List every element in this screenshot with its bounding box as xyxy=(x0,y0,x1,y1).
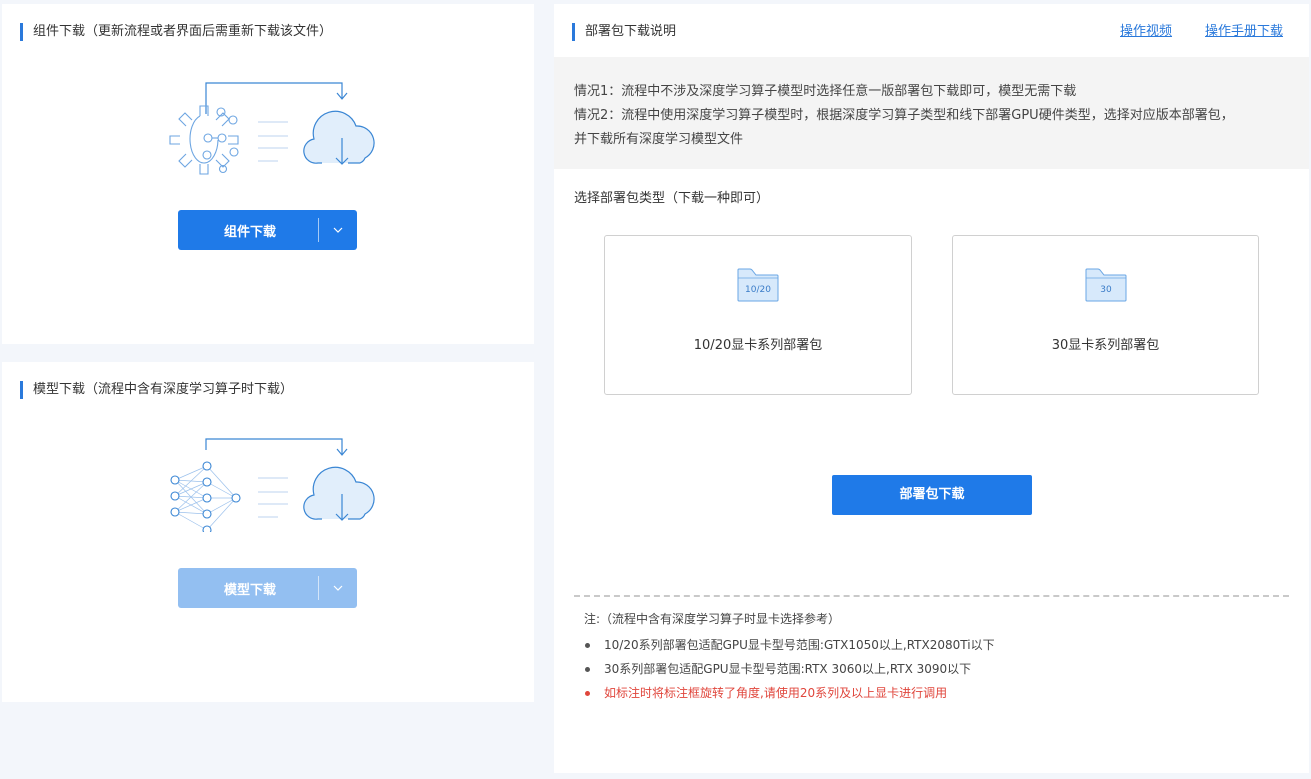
component-download-panel: 组件下载（更新流程或者界面后需重新下载该文件） 组件下载 xyxy=(2,4,534,344)
list-item: 10/20系列部署包适配GPU显卡型号范围:GTX1050以上,RTX2080T… xyxy=(584,633,995,657)
operation-video-link[interactable]: 操作视频 xyxy=(1120,23,1172,41)
package-card-label: 30显卡系列部署包 xyxy=(1051,338,1160,353)
notes-list: 10/20系列部署包适配GPU显卡型号范围:GTX1050以上,RTX2080T… xyxy=(584,633,995,705)
folder-label: 30 xyxy=(1100,285,1112,295)
gear-to-cloud-illustration xyxy=(169,82,375,175)
deploy-package-panel: 部署包下载说明 操作视频 操作手册下载 情况1：流程中不涉及深度学习算子模型时选… xyxy=(554,4,1309,773)
model-download-panel: 模型下载（流程中含有深度学习算子时下载） 模型下载 xyxy=(2,362,534,702)
folder-label: 10/20 xyxy=(745,285,771,295)
deploy-package-download-button[interactable]: 部署包下载 xyxy=(832,475,1032,515)
deploy-panel-title: 部署包下载说明 xyxy=(572,23,676,41)
info-line: 并下载所有深度学习模型文件 xyxy=(574,132,744,147)
package-type-title: 选择部署包类型（下载一种即可） xyxy=(574,191,770,206)
divider xyxy=(574,595,1289,597)
chevron-down-icon[interactable] xyxy=(319,568,357,608)
model-panel-title: 模型下载（流程中含有深度学习算子时下载） xyxy=(20,381,293,399)
notes-title: 注:（流程中含有深度学习算子时显卡选择参考） xyxy=(584,612,841,626)
warning-item: 如标注时将标注框旋转了角度,请使用20系列及以上显卡进行调用 xyxy=(584,681,995,705)
deploy-info-box: 情况1：流程中不涉及深度学习算子模型时选择任意一版部署包下载即可，模型无需下载 … xyxy=(554,57,1309,169)
list-item: 30系列部署包适配GPU显卡型号范围:RTX 3060以上,RTX 3090以下 xyxy=(584,657,995,681)
chevron-down-icon[interactable] xyxy=(319,210,357,250)
info-line: 情况2：流程中使用深度学习算子模型时，根据深度学习算子类型和线下部署GPU硬件类… xyxy=(574,108,1234,123)
package-card-30[interactable]: 30 30显卡系列部署包 xyxy=(952,235,1259,395)
component-panel-title: 组件下载（更新流程或者界面后需重新下载该文件） xyxy=(20,23,332,41)
neural-network-to-cloud-illustration xyxy=(170,438,375,532)
info-line: 情况1：流程中不涉及深度学习算子模型时选择任意一版部署包下载即可，模型无需下载 xyxy=(574,84,1077,99)
folder-icon: 10/20 xyxy=(737,268,779,302)
component-download-button[interactable]: 组件下载 xyxy=(178,210,357,250)
model-download-label[interactable]: 模型下载 xyxy=(178,579,318,598)
package-card-10-20[interactable]: 10/20 10/20显卡系列部署包 xyxy=(604,235,912,395)
manual-download-link[interactable]: 操作手册下载 xyxy=(1205,23,1283,41)
gpu-notes: 注:（流程中含有深度学习算子时显卡选择参考） 10/20系列部署包适配GPU显卡… xyxy=(584,610,995,705)
component-download-label[interactable]: 组件下载 xyxy=(178,221,318,240)
package-card-label: 10/20显卡系列部署包 xyxy=(693,338,823,353)
folder-icon: 30 xyxy=(1085,268,1126,302)
model-download-button[interactable]: 模型下载 xyxy=(178,568,357,608)
